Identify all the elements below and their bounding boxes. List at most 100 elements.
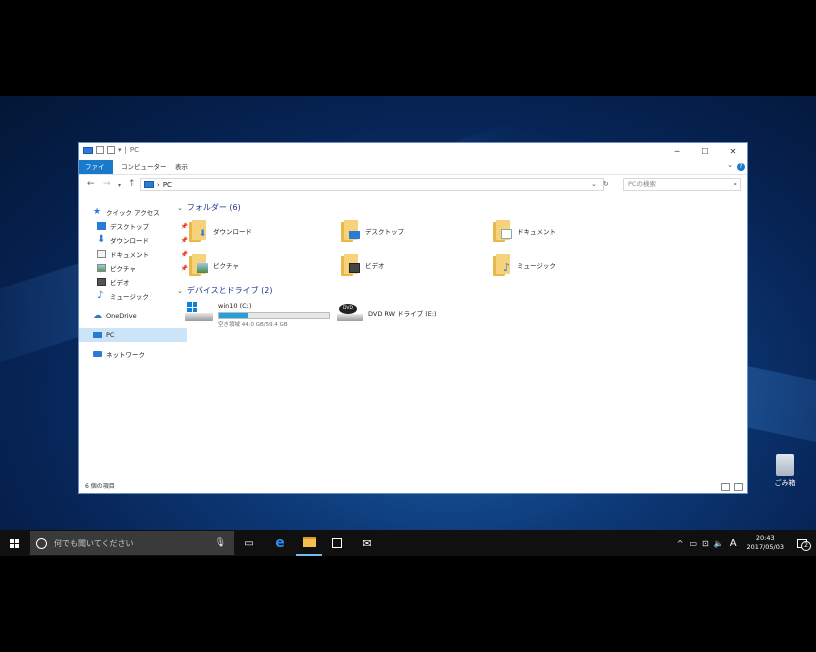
notification-count-badge: 2 (801, 541, 811, 551)
tab-file[interactable]: ファイル (79, 160, 113, 185)
search-placeholder: 何でも聞いてください (54, 538, 134, 548)
search-input[interactable]: PCの検索 ⌕ (623, 178, 741, 191)
folder-label: ピクチャ (213, 262, 239, 270)
up-button[interactable]: ↑ (128, 179, 136, 189)
details-view-icon[interactable] (721, 483, 730, 491)
sidebar-item-quick-access[interactable]: ★ クイック アクセス (79, 205, 187, 219)
back-button[interactable]: ← (87, 179, 95, 189)
drive-c-details: win10 (C:) 空き領域 44.0 GB/59.4 GB (218, 302, 330, 328)
pc-icon (144, 181, 154, 188)
chevron-down-icon[interactable]: ⌄ (177, 204, 183, 212)
picture-icon (97, 264, 106, 272)
navigation-pane: ★ クイック アクセス デスクトップ 📌 ⬇ ダウンロード 📌 ドキュメント 📌… (79, 195, 188, 475)
folder-pictures[interactable]: ピクチャ (189, 254, 239, 276)
dvd-drive-icon: DVD (337, 302, 363, 322)
sidebar-item-label: OneDrive (106, 312, 137, 320)
sidebar-item-onedrive[interactable]: ☁ OneDrive (79, 309, 187, 323)
sidebar-item-label: ネットワーク (106, 351, 145, 359)
file-explorer-taskbar-button[interactable] (296, 530, 322, 556)
tab-view[interactable]: 表示 (169, 160, 194, 174)
recycle-bin-label: ごみ箱 (774, 479, 796, 487)
drives-group-header[interactable]: ⌄ デバイスとドライブ (2) (177, 285, 273, 296)
drive-label: win10 (C:) (218, 302, 252, 310)
refresh-icon[interactable]: ↻ (603, 180, 609, 188)
microphone-icon[interactable]: 🎙 (215, 538, 226, 548)
forward-button[interactable]: → (103, 179, 111, 189)
clock[interactable]: 20:43 2017/05/03 (747, 534, 784, 552)
mail-button[interactable]: ✉ (354, 530, 380, 556)
group-title: デバイスとドライブ (2) (186, 286, 273, 295)
recent-locations-button[interactable]: ▾ (118, 182, 121, 189)
ime-indicator[interactable]: A (730, 538, 737, 549)
system-tray: ^ ▭ ⊡ 🔈 A 20:43 2017/05/03 2 (677, 530, 816, 556)
drive-c[interactable]: win10 (C:) 空き領域 44.0 GB/59.4 GB (185, 302, 330, 328)
window-title: PC (129, 146, 139, 154)
chevron-down-icon[interactable]: ⌄ (177, 287, 183, 295)
sidebar-item-label: デスクトップ (110, 223, 149, 231)
large-icons-view-icon[interactable] (734, 483, 743, 491)
close-button[interactable]: ✕ (719, 143, 747, 159)
network-icon[interactable]: ⊡ (702, 539, 709, 548)
status-bar: 6 個の項目 (79, 481, 747, 493)
title-bar[interactable]: ▾ | PC ─ ☐ ✕ (79, 143, 747, 159)
folder-icon (302, 537, 316, 547)
folder-videos[interactable]: ビデオ (341, 254, 385, 276)
start-button[interactable] (0, 530, 28, 556)
drive-e[interactable]: DVD DVD RW ドライブ (E:) (337, 302, 437, 322)
chevron-up-icon[interactable]: ^ (677, 539, 684, 548)
folder-documents[interactable]: ドキュメント (493, 220, 556, 242)
store-button[interactable] (324, 530, 350, 556)
file-explorer-window: ▾ | PC ─ ☐ ✕ ファイル コンピューター 表示 ⌄ ? ← → ▾ ↑… (78, 142, 748, 494)
breadcrumb[interactable]: PC (163, 181, 172, 189)
address-actions: ⌄ ↻ (591, 180, 609, 188)
folder-downloads[interactable]: ⬇ ダウンロード (189, 220, 252, 242)
drive-free-space: 空き領域 44.0 GB/59.4 GB (218, 322, 288, 328)
volume-icon[interactable]: 🔈 (714, 539, 724, 548)
sidebar-item-network[interactable]: ネットワーク (79, 347, 187, 361)
video-icon (341, 254, 361, 276)
help-icon[interactable]: ? (737, 163, 745, 171)
recycle-bin-icon (776, 454, 794, 476)
folder-label: ダウンロード (213, 228, 252, 236)
star-icon: ★ (93, 207, 102, 217)
cortana-search-box[interactable]: 何でも聞いてください 🎙 (30, 531, 234, 555)
pc-icon (93, 332, 102, 338)
store-icon (332, 538, 342, 548)
windows-drive-icon (185, 302, 213, 322)
content-pane: ⌄ フォルダー (6) ⬇ ダウンロード デスクトップ ドキュメント ピクチャ … (173, 195, 747, 475)
new-folder-icon[interactable] (107, 146, 115, 154)
group-title: フォルダー (6) (186, 203, 241, 212)
task-view-button[interactable]: ▭ (236, 530, 262, 556)
properties-icon[interactable] (96, 146, 104, 154)
folder-label: ビデオ (365, 262, 385, 270)
edge-button[interactable]: e (266, 530, 294, 556)
action-center-button[interactable]: 2 (792, 530, 812, 556)
chevron-down-icon[interactable]: ▾ (118, 146, 122, 154)
folder-label: デスクトップ (365, 228, 404, 236)
sidebar-item-pc[interactable]: PC (79, 328, 187, 342)
recycle-bin[interactable]: ごみ箱 (768, 454, 802, 488)
mail-icon: ✉ (362, 536, 372, 550)
ribbon-tabs: ファイル コンピューター 表示 ⌄ ? (79, 160, 747, 185)
tab-computer[interactable]: コンピューター (115, 160, 173, 174)
folder-label: ミュージック (517, 262, 556, 270)
cortana-icon (36, 537, 47, 549)
sidebar-item-label: PC (106, 331, 115, 339)
download-icon: ⬇ (97, 234, 106, 245)
expand-ribbon-icon[interactable]: ⌄ (727, 161, 733, 169)
taskbar: 何でも聞いてください 🎙 ▭ e ✉ ^ ▭ ⊡ 🔈 A 20:43 2017/… (0, 530, 816, 556)
folder-music[interactable]: ♪ ミュージック (493, 254, 556, 276)
task-view-icon: ▭ (244, 537, 254, 549)
onedrive-icon: ☁ (93, 311, 102, 321)
item-count: 6 個の項目 (85, 483, 115, 490)
view-switcher (721, 483, 743, 491)
battery-icon[interactable]: ▭ (689, 539, 697, 548)
clock-time: 20:43 (755, 534, 775, 542)
folder-desktop[interactable]: デスクトップ (341, 220, 404, 242)
maximize-button[interactable]: ☐ (691, 143, 719, 159)
chevron-down-icon[interactable]: ⌄ (591, 180, 597, 188)
address-bar[interactable]: › PC (140, 178, 604, 191)
minimize-button[interactable]: ─ (663, 143, 691, 159)
folders-group-header[interactable]: ⌄ フォルダー (6) (177, 202, 241, 213)
sidebar-item-label: ダウンロード (110, 237, 149, 245)
